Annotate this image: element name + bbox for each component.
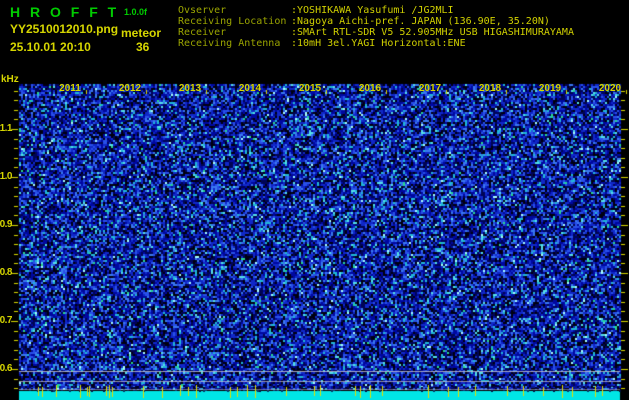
x-tick-label: 2015 (298, 83, 322, 94)
metadata-value: :YOSHIKAWA Yasufumi /JG2MLI (291, 5, 454, 16)
app-title: H R O F F T (10, 4, 120, 20)
x-tick-label: 2012 (118, 83, 142, 94)
metadata-row-antenna: Receiving Antenna :10mH 3el.YAGI Horizon… (178, 38, 574, 49)
x-tick-label: 2019 (538, 83, 562, 94)
y-tick-label: 0.6 (0, 363, 13, 374)
metadata-row-receiver: Receiver :SMArt RTL-SDR V5 52.905MHz USB… (178, 27, 574, 38)
meteor-count: 36 (136, 40, 150, 54)
x-tick-label: 2017 (418, 83, 442, 94)
metadata-value: :Nagoya Aichi-pref. JAPAN (136.90E, 35.2… (291, 16, 550, 27)
y-tick-label: 0.9 (0, 219, 13, 230)
x-tick-label: 2011 (59, 83, 81, 94)
y-tick-label: 0.7 (0, 315, 13, 326)
x-tick-label: 2014 (238, 83, 262, 94)
x-tick-label: 2016 (358, 83, 382, 94)
spectrogram-canvas (0, 0, 629, 400)
metadata-row-location: Receiving Location :Nagoya Aichi-pref. J… (178, 16, 574, 27)
metadata-label: Ovserver (178, 5, 227, 16)
y-axis-unit-label: kHz (1, 74, 19, 85)
metadata-block: Ovserver :YOSHIKAWA Yasufumi /JG2MLI Rec… (178, 5, 574, 49)
app-version-label: 1.0.0f (124, 7, 148, 17)
metadata-row-observer: Ovserver :YOSHIKAWA Yasufumi /JG2MLI (178, 5, 574, 16)
metadata-label: Receiving Antenna (178, 38, 281, 49)
y-tick-label: 1.1 (0, 123, 13, 134)
x-tick-label: 2020 (598, 83, 622, 94)
metadata-value: :SMArt RTL-SDR V5 52.905MHz USB HIGASHIM… (291, 27, 574, 38)
y-tick-label: 1.0 (0, 171, 13, 182)
x-tick-label: 2018 (478, 83, 502, 94)
metadata-value: :10mH 3el.YAGI Horizontal:ENE (291, 38, 466, 49)
y-tick-label: 0.8 (0, 267, 13, 278)
metadata-label: Receiver (178, 27, 227, 38)
x-tick-label: 2013 (178, 83, 202, 94)
mode-label: meteor (121, 26, 162, 40)
output-filename: YY2510012010.png (10, 22, 119, 36)
observation-datetime: 25.10.01 20:10 (10, 40, 91, 54)
hrofft-output-screen: H R O F F T 1.0.0f YY2510012010.png mete… (0, 0, 629, 400)
metadata-label: Receiving Location (178, 16, 287, 27)
